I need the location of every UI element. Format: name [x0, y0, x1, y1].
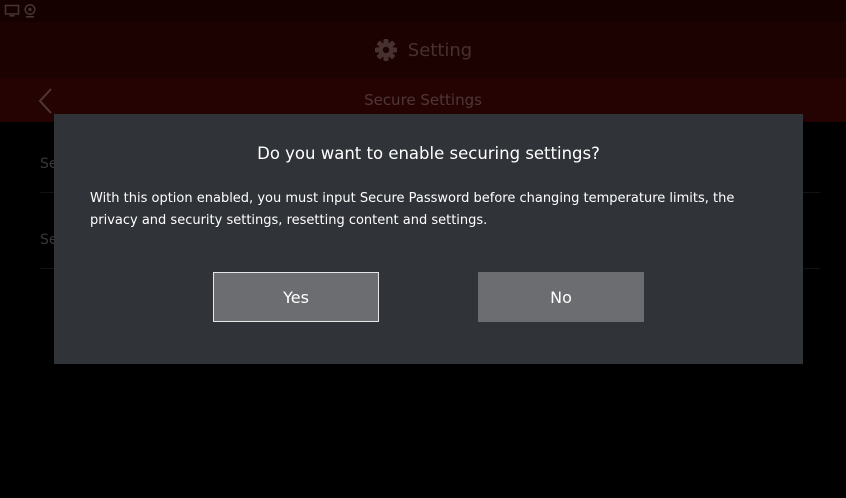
dialog-message: With this option enabled, you must input…: [90, 191, 735, 228]
dialog-title: Do you want to enable securing settings?: [257, 144, 600, 163]
no-button[interactable]: No: [478, 272, 644, 322]
app-screen: Setting Secure Settings Se Se Do you wan…: [0, 0, 846, 498]
confirm-dialog: Do you want to enable securing settings?…: [54, 114, 803, 364]
yes-button[interactable]: Yes: [213, 272, 379, 322]
